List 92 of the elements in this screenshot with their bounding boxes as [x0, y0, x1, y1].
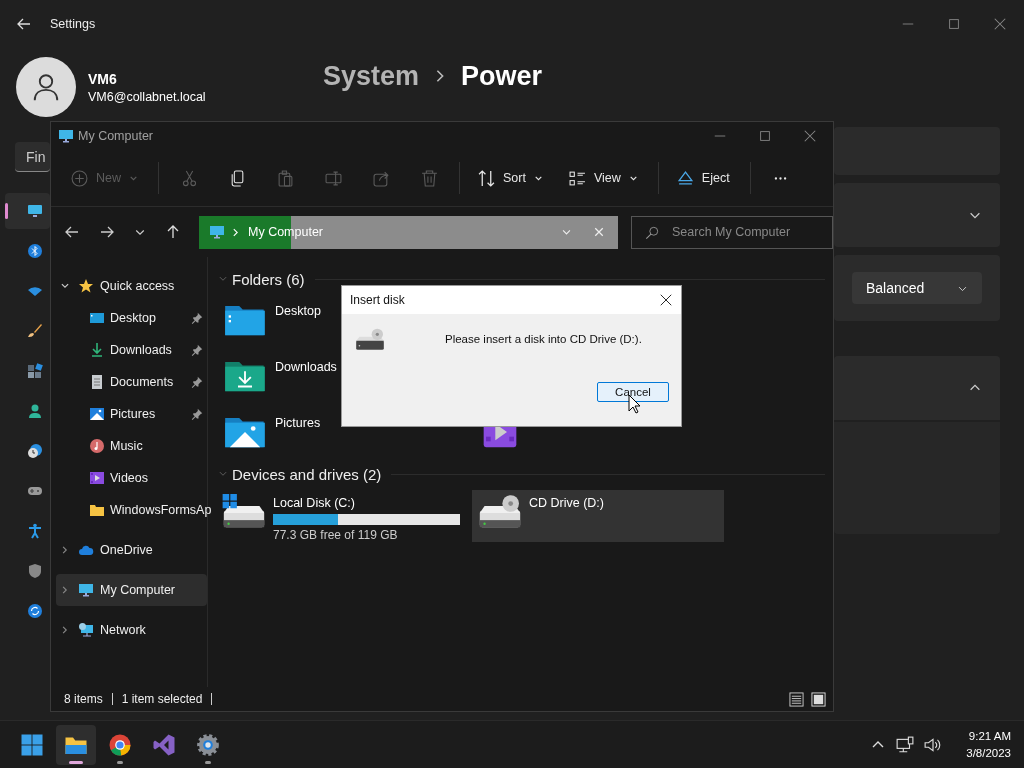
person-icon [31, 72, 61, 102]
chevron-right-icon[interactable] [60, 545, 70, 555]
star-icon [78, 278, 94, 294]
windows-logo-icon [20, 732, 44, 757]
clock[interactable]: 9:21 AM 3/8/2023 [966, 727, 1011, 762]
section-title: Devices and drives (2) [232, 465, 382, 483]
dialog-title: Insert disk [350, 293, 405, 307]
accessibility-icon [27, 523, 43, 539]
section-title: Folders (6) [232, 270, 305, 288]
nav-item[interactable]: Network [56, 614, 207, 646]
selection-indicator [5, 203, 8, 219]
nav-item[interactable]: Downloads [56, 334, 207, 366]
nav-item[interactable]: Pictures [56, 398, 207, 430]
maximize-icon[interactable] [947, 17, 961, 31]
back-arrow-icon[interactable] [16, 16, 32, 32]
network-icon[interactable] [896, 735, 915, 754]
mouse-cursor-icon [628, 394, 641, 414]
search-field[interactable]: Search My Computer [631, 215, 833, 249]
chevron-right-icon[interactable] [60, 585, 70, 595]
status-text: 8 items [64, 692, 103, 706]
drive-tile[interactable]: Local Disk (C:) 77.3 GB free of 119 GB [216, 490, 468, 542]
maximize-icon[interactable] [758, 129, 772, 143]
video-icon [89, 470, 105, 486]
pin-icon [191, 376, 203, 388]
desktop-icon [89, 310, 105, 326]
monitor-icon [27, 203, 43, 219]
details-view-icon[interactable] [789, 691, 804, 707]
running-indicator [117, 760, 123, 764]
person-icon [27, 403, 43, 419]
status-text: 1 item selected [121, 692, 203, 706]
search-field[interactable]: Fin [15, 142, 50, 172]
nav-item[interactable]: OneDrive [56, 534, 207, 566]
music-icon [89, 438, 105, 454]
running-indicator [69, 760, 83, 764]
folder-name[interactable]: Desktop [275, 304, 321, 318]
folder-name[interactable]: Pictures [275, 416, 321, 430]
update-icon [27, 603, 43, 619]
breadcrumb-item: Power [461, 60, 543, 92]
dialog-message: Please insert a disk into CD Drive (D:). [445, 333, 642, 345]
drive-space: 77.3 GB free of 119 GB [273, 528, 399, 542]
chevron-right-icon [231, 227, 240, 237]
clear-icon[interactable] [594, 227, 604, 237]
shield-icon [27, 563, 43, 579]
browser-icon [108, 732, 132, 757]
brush-icon [27, 323, 43, 339]
folder-name[interactable]: Downloads [275, 360, 337, 374]
monitor-icon [209, 224, 225, 240]
cancel-button[interactable]: Cancel [597, 382, 669, 402]
infinity-ribbon-icon [152, 732, 176, 757]
folder-icon [89, 502, 105, 518]
running-indicator [205, 760, 211, 764]
sort-button[interactable]: Sort [470, 160, 551, 196]
pin-icon [191, 312, 203, 324]
up-icon[interactable] [165, 224, 181, 240]
eject-button[interactable]: Eject [668, 160, 738, 196]
clock-icon [27, 443, 43, 459]
download-icon [89, 342, 105, 358]
back-icon[interactable] [64, 224, 80, 240]
nav-item[interactable]: Documents [56, 366, 207, 398]
pin-icon [191, 408, 203, 420]
dropdown[interactable]: Balanced [852, 272, 982, 304]
nav-item[interactable]: Desktop [56, 302, 207, 334]
gear-icon [196, 732, 220, 757]
view-button[interactable]: View [560, 160, 646, 196]
pin-icon [191, 344, 203, 356]
chevron-right-icon[interactable] [60, 625, 70, 635]
apps-icon [27, 363, 43, 379]
picture-icon [89, 406, 105, 422]
volume-icon[interactable] [924, 735, 943, 754]
nav-item[interactable]: My Computer [56, 574, 207, 606]
forward-icon[interactable] [99, 224, 115, 240]
window-title: Settings [50, 17, 96, 31]
nav-item[interactable]: Quick access [56, 270, 207, 302]
nav-item[interactable] [5, 193, 50, 229]
network-monitor-icon [78, 622, 94, 638]
window-title: My Computer [78, 129, 154, 143]
user-name: VM6 [88, 70, 118, 87]
tiles-view-icon[interactable] [811, 691, 826, 707]
optical-drive-icon [355, 327, 385, 353]
bluetooth-icon [27, 243, 43, 259]
drive-tile[interactable]: CD Drive (D:) [472, 490, 724, 542]
document-icon [89, 374, 105, 390]
search-icon [645, 225, 659, 240]
user-email: VM6@collabnet.local [88, 89, 206, 104]
nav-item[interactable]: Videos [56, 462, 207, 494]
monitor-icon [78, 582, 94, 598]
breadcrumb-item[interactable]: System [323, 60, 420, 92]
nav-item[interactable]: Music [56, 430, 207, 462]
close-icon[interactable] [659, 293, 673, 307]
taskbar-app[interactable] [56, 724, 96, 765]
chevron-down-icon[interactable] [60, 281, 70, 291]
monitor-icon [58, 128, 74, 144]
